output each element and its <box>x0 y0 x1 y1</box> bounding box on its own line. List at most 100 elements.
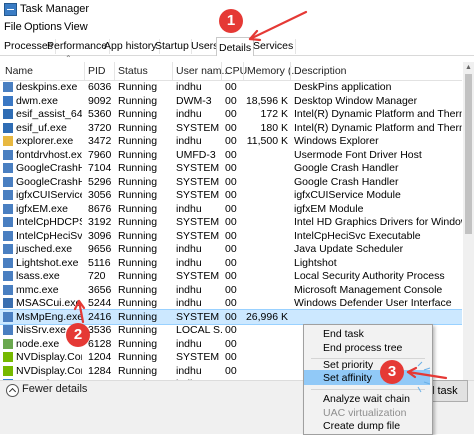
table-row[interactable]: GoogleCrashHa... 5296 Running SYSTEM 00 Googl… <box>0 175 462 189</box>
menu-view[interactable]: View <box>64 21 88 33</box>
table-row[interactable]: IntelCpHeciSvc... 3096 Running SYSTEM 00 Inte… <box>0 229 462 243</box>
menu-file[interactable]: File <box>4 21 22 33</box>
fewer-details-link[interactable]: Fewer details <box>22 383 87 395</box>
cell-cpu: 00 <box>225 121 237 134</box>
cell-description: igfxCUIService Module <box>294 189 401 201</box>
ctx-uac-virtualization: UAC virtualization <box>323 407 407 419</box>
cell-status: Running <box>118 175 158 188</box>
column-description[interactable]: Description <box>294 65 347 77</box>
column-status[interactable]: Status <box>118 65 148 77</box>
cell-name: NVDisplay.Cont... <box>16 364 82 377</box>
table-row[interactable]: igfxCUIService.e... 3056 Running SYSTEM 00 ig… <box>0 188 462 202</box>
cell-pid: 720 <box>88 270 106 282</box>
window-title: Task Manager <box>20 3 90 15</box>
menu-options[interactable]: Options <box>24 21 62 33</box>
cell-user: DWM-3 <box>176 94 212 107</box>
ctx-separator <box>311 389 425 390</box>
ctx-set-affinity[interactable]: Set affinity <box>323 372 372 384</box>
cell-user: SYSTEM <box>176 162 220 174</box>
cell-user: SYSTEM <box>176 229 220 242</box>
window-icon <box>3 95 13 106</box>
cell-name: explorer.exe <box>16 135 74 147</box>
cell-pid: 6128 <box>88 337 112 350</box>
scrollbar-thumb[interactable] <box>465 74 472 234</box>
cell-name: IntelCpHeciSvc... <box>16 229 82 242</box>
cell-user: LOCAL S... <box>176 324 222 336</box>
column-pid[interactable]: PID <box>88 65 106 77</box>
cell-status: Running <box>118 283 158 296</box>
ctx-analyze-wait-chain[interactable]: Analyze wait chain <box>323 393 410 405</box>
cell-pid: 3720 <box>88 121 112 134</box>
table-row[interactable]: MsMpEng.exe 2416 Running SYSTEM 00 26,996 K <box>0 308 462 325</box>
cell-description: Google Crash Handler <box>294 162 399 174</box>
cell-name: esif_assist_64.exe <box>16 108 82 120</box>
cell-description: Windows Defender User Interface <box>294 297 452 309</box>
table-row[interactable]: lsass.exe 720 Running SYSTEM 00 Local Securit… <box>0 269 462 283</box>
cell-cpu: 00 <box>225 297 237 309</box>
cell-pid: 9092 <box>88 94 112 107</box>
ctx-create-dump-file[interactable]: Create dump file <box>323 420 400 432</box>
table-row[interactable]: esif_uf.exe 3720 Running SYSTEM 00 180 K Intel… <box>0 121 462 135</box>
cell-description: DeskPins application <box>294 81 392 93</box>
table-row[interactable]: Lightshot.exe 5116 Running indhu 00 Lightshot <box>0 256 462 270</box>
cell-description: Google Crash Handler <box>294 175 399 188</box>
cell-description: Microsoft Management Console <box>294 283 443 296</box>
cell-name: MSASCui.exe <box>16 297 82 309</box>
tab-app-history[interactable]: App history <box>102 39 160 54</box>
tab-services[interactable]: Services <box>251 39 297 54</box>
cell-name: Lightshot.exe <box>16 256 79 269</box>
cell-status: Running <box>118 351 158 363</box>
ctx-end-task[interactable]: End task <box>323 328 364 340</box>
collapse-chevron-icon[interactable] <box>6 384 19 397</box>
tab-startup[interactable]: Startup <box>153 39 192 54</box>
column-user-name[interactable]: User nam... <box>176 65 230 77</box>
cell-pid: 7104 <box>88 162 112 174</box>
table-row[interactable]: mmc.exe 3656 Running indhu 00 Microsoft Manag… <box>0 283 462 297</box>
table-row[interactable]: GoogleCrashHa... 7104 Running SYSTEM 00 Googl… <box>0 161 462 175</box>
cell-description: Local Security Authority Process <box>294 270 445 282</box>
table-row[interactable]: explorer.exe 3472 Running indhu 00 11,500 K Wi… <box>0 134 462 148</box>
app-icon <box>3 163 13 173</box>
cell-name: fontdrvhost.exe <box>16 148 82 161</box>
ctx-end-process-tree[interactable]: End process tree <box>323 342 402 354</box>
cell-status: Running <box>118 148 158 161</box>
cell-name: IntelCpHDCPSv... <box>16 216 82 228</box>
chip-icon <box>3 109 13 119</box>
cell-pid: 3056 <box>88 189 112 201</box>
table-row[interactable]: jusched.exe 9656 Running indhu 00 Java Update… <box>0 242 462 256</box>
table-row[interactable]: fontdrvhost.exe 7960 Running UMFD-3 00 Usermo… <box>0 148 462 162</box>
cell-pid: 1284 <box>88 364 112 377</box>
tab-performance[interactable]: Performance <box>45 39 111 54</box>
table-row[interactable]: deskpins.exe 6036 Running indhu 00 DeskPins a… <box>0 80 462 94</box>
cell-user: SYSTEM <box>176 189 220 201</box>
cell-name: jusched.exe <box>16 243 73 255</box>
cell-user: SYSTEM <box>176 121 220 134</box>
column-name[interactable]: Name <box>5 65 33 77</box>
cell-description: Intel HD Graphics Drivers for Windows(R) <box>294 216 462 228</box>
scroll-up-icon[interactable]: ▲ <box>465 64 472 71</box>
ctx-set-priority[interactable]: Set priority <box>323 359 373 371</box>
cell-status: Running <box>118 297 158 309</box>
cell-description: Java Update Scheduler <box>294 243 404 255</box>
app-icon <box>3 230 13 241</box>
cell-cpu: 00 <box>225 270 237 282</box>
app-icon <box>3 271 13 281</box>
column-memory[interactable]: Memory (... <box>247 65 300 77</box>
cell-cpu: 00 <box>225 162 237 174</box>
table-row[interactable]: igfxEM.exe 8676 Running indhu 00 igfxEM Modul… <box>0 202 462 216</box>
cell-user: SYSTEM <box>176 310 220 323</box>
cell-pid: 5360 <box>88 108 112 120</box>
table-row[interactable]: esif_assist_64.exe 5360 Running indhu 00 172 … <box>0 107 462 121</box>
tab-details[interactable]: Details <box>216 37 255 56</box>
cell-memory: 180 K <box>260 121 288 134</box>
table-row[interactable]: IntelCpHDCPSv... 3192 Running SYSTEM 00 Intel… <box>0 215 462 229</box>
cell-user: indhu <box>176 337 202 350</box>
table-row[interactable]: dwm.exe 9092 Running DWM-3 00 18,596 K Desktop… <box>0 94 462 108</box>
table-row[interactable]: MSASCui.exe 5244 Running indhu 00 Windows Def… <box>0 296 462 310</box>
cell-status: Running <box>118 216 158 228</box>
annotation-badge-1: 1 <box>219 9 243 33</box>
cell-status: Running <box>118 189 158 201</box>
app-icon <box>3 176 13 187</box>
shield-icon <box>3 298 13 308</box>
cell-pid: 5296 <box>88 175 112 188</box>
